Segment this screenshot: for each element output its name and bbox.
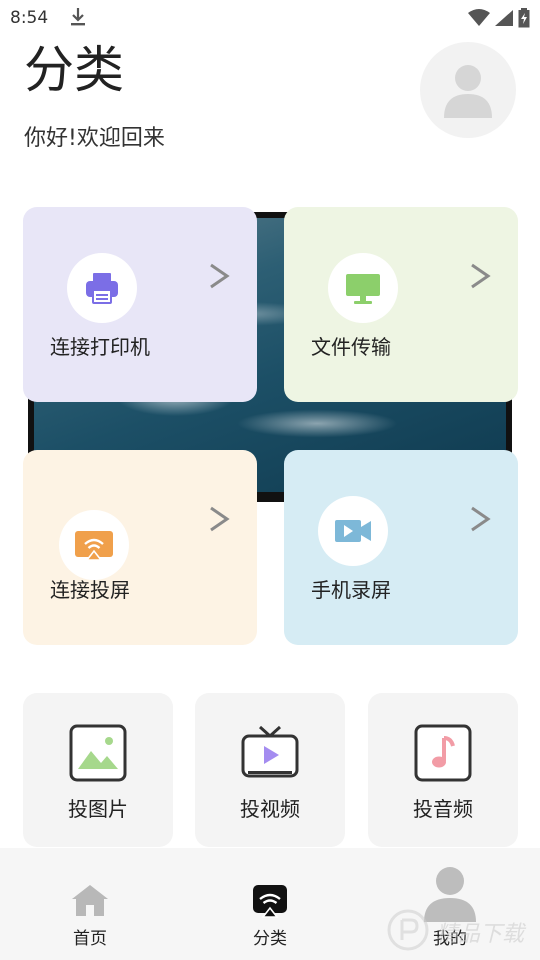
image-icon [69, 724, 127, 782]
nav-item-home[interactable]: 首页 [30, 848, 150, 960]
cast-icon [75, 531, 113, 561]
category-cast-icon [253, 885, 287, 918]
nav-label: 分类 [253, 929, 287, 949]
user-avatar-icon [444, 65, 492, 118]
download-icon [71, 8, 85, 26]
watermark-text: 精品下载 [436, 922, 525, 947]
home-icon [72, 885, 108, 916]
avatar[interactable] [420, 42, 516, 138]
tile-cast-image[interactable]: 投图片 [23, 693, 173, 847]
card-label: 连接打印机 [50, 335, 150, 359]
chevron-right-icon [210, 506, 230, 532]
tile-cast-audio[interactable]: 投音频 [368, 693, 518, 847]
tv-play-icon [241, 725, 299, 778]
wifi-icon [468, 9, 490, 26]
greeting-text: 你好!欢迎回来 [24, 126, 165, 151]
signal-icon [495, 10, 513, 26]
tile-cast-video[interactable]: 投视频 [195, 693, 345, 847]
nav-label: 首页 [73, 929, 107, 949]
card-label: 手机录屏 [311, 578, 391, 602]
chevron-right-icon [210, 263, 230, 289]
chevron-right-icon [471, 506, 491, 532]
chevron-right-icon [471, 263, 491, 289]
status-indicators [468, 7, 530, 29]
watermark-icon [387, 909, 429, 951]
tile-label: 投音频 [413, 797, 473, 821]
watermark-logo: 精品下载 [386, 908, 540, 954]
card-connect-cast[interactable]: 连接投屏 [23, 450, 257, 645]
monitor-icon [346, 274, 380, 304]
page-title: 分类 [24, 41, 124, 99]
card-screen-record[interactable]: 手机录屏 [284, 450, 518, 645]
video-camera-icon [335, 520, 371, 542]
tile-label: 投视频 [240, 797, 300, 821]
tile-label: 投图片 [68, 797, 128, 821]
music-note-icon [414, 724, 472, 782]
card-label: 文件传输 [311, 335, 391, 359]
card-connect-printer[interactable]: 连接打印机 [23, 207, 257, 402]
printer-icon [86, 273, 118, 304]
status-time: 8:54 [10, 8, 49, 28]
card-file-transfer[interactable]: 文件传输 [284, 207, 518, 402]
nav-item-category[interactable]: 分类 [210, 848, 330, 960]
card-label: 连接投屏 [50, 578, 130, 602]
battery-icon [518, 8, 530, 28]
